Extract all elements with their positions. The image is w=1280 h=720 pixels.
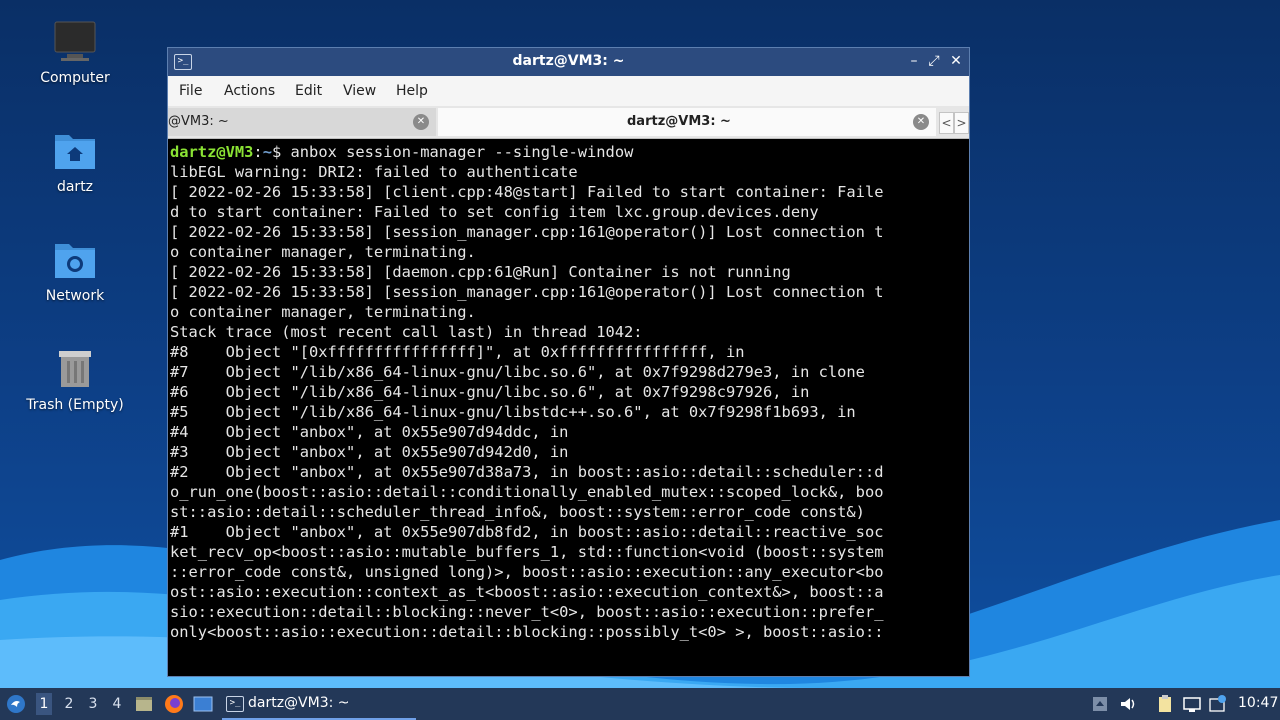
desktop: Computer dartz Network Trash (Empty) >_ …: [0, 0, 1280, 688]
terminal-line: #8 Object "[0xffffffffffffffff]", at 0xf…: [170, 343, 745, 361]
tab-bar: @VM3: ~ ✕ dartz@VM3: ~ ✕ < >: [168, 106, 969, 139]
workspace-3[interactable]: 3: [85, 696, 101, 712]
desktop-icon-network[interactable]: Network: [20, 236, 130, 305]
app-menu-icon[interactable]: [6, 694, 26, 714]
desktop-icon-label: dartz: [56, 179, 94, 195]
tab-close-icon[interactable]: ✕: [413, 114, 429, 130]
terminal-line: #6 Object "/lib/x86_64-linux-gnu/libc.so…: [170, 383, 810, 401]
terminal-line: sio::execution::detail::blocking::never_…: [170, 603, 884, 621]
terminal-line: d to start container: Failed to set conf…: [170, 203, 819, 221]
terminal-line: #3 Object "anbox", at 0x55e907d942d0, in: [170, 443, 569, 461]
desktop-icon-label: Network: [45, 288, 105, 304]
terminal-line: ket_recv_op<boost::asio::mutable_buffers…: [170, 543, 884, 561]
prompt-end: $: [271, 143, 291, 161]
terminal-line: #2 Object "anbox", at 0x55e907d38a73, in…: [170, 463, 884, 481]
tab-navigation: < >: [938, 108, 969, 136]
prompt-separator: :: [253, 143, 263, 161]
prompt-path: ~: [262, 143, 272, 161]
trash-icon: [51, 345, 99, 393]
terminal-line: libEGL warning: DRI2: failed to authenti…: [170, 163, 578, 181]
clock[interactable]: 10:47: [1238, 695, 1278, 711]
taskbar: 1 2 3 4 >_ dartz@VM3: ~ 10:47: [0, 688, 1280, 720]
terminal-line: [ 2022-02-26 15:33:58] [client.cpp:48@st…: [170, 183, 884, 201]
tab-next-button[interactable]: >: [954, 112, 969, 134]
terminal-line: Stack trace (most recent call last) in t…: [170, 323, 643, 341]
tab-prev-button[interactable]: <: [939, 112, 954, 134]
terminal-line: #5 Object "/lib/x86_64-linux-gnu/libstdc…: [170, 403, 856, 421]
tab-terminal-1[interactable]: @VM3: ~ ✕: [168, 108, 436, 136]
desktop-icon-home[interactable]: dartz: [20, 127, 130, 196]
network-status-icon[interactable]: [1182, 694, 1202, 714]
workspace-1[interactable]: 1: [36, 693, 52, 715]
terminal-icon: >_: [226, 696, 244, 712]
terminal-line: [ 2022-02-26 15:33:58] [session_manager.…: [170, 223, 884, 241]
prompt-line: dartz@VM3:~$ anbox session-manager --sin…: [170, 142, 967, 162]
workspace-4[interactable]: 4: [109, 696, 125, 712]
terminal-line: #7 Object "/lib/x86_64-linux-gnu/libc.so…: [170, 363, 865, 381]
terminal-line: [ 2022-02-26 15:33:58] [daemon.cpp:61@Ru…: [170, 263, 791, 281]
maximize-button[interactable]: ⤢: [925, 52, 943, 70]
tab-label: @VM3: ~: [168, 114, 229, 129]
network-folder-icon: [51, 236, 99, 284]
computer-icon: [51, 18, 99, 66]
workspace-2[interactable]: 2: [61, 696, 77, 712]
terminal-line: ost::asio::execution::context_as_t<boost…: [170, 583, 884, 601]
volume-icon[interactable]: [1118, 694, 1138, 714]
minimize-button[interactable]: –: [905, 52, 923, 70]
desktop-icon-label: Computer: [40, 70, 110, 86]
prompt-user: dartz@VM3: [170, 143, 254, 161]
menu-help[interactable]: Help: [396, 83, 428, 99]
menu-file[interactable]: File: [179, 83, 202, 99]
tab-terminal-2[interactable]: dartz@VM3: ~ ✕: [438, 108, 936, 136]
desktop-icon-computer[interactable]: Computer: [20, 18, 130, 87]
terminal-window[interactable]: >_ dartz@VM3: ~ – ⤢ ✕ File Actions Edit …: [167, 47, 970, 677]
terminal-output[interactable]: dartz@VM3:~$ anbox session-manager --sin…: [170, 142, 967, 674]
terminal-line: st::asio::detail::scheduler_thread_info&…: [170, 503, 865, 521]
window-titlebar[interactable]: >_ dartz@VM3: ~ – ⤢ ✕: [168, 48, 969, 76]
firefox-icon[interactable]: [164, 694, 184, 714]
task-button-label: dartz@VM3: ~: [248, 695, 350, 711]
terminal-line: o container manager, terminating.: [170, 303, 476, 321]
terminal-line: #4 Object "anbox", at 0x55e907d94ddc, in: [170, 423, 569, 441]
terminal-line: [ 2022-02-26 15:33:58] [session_manager.…: [170, 283, 884, 301]
menu-actions[interactable]: Actions: [224, 83, 275, 99]
clipboard-icon[interactable]: [1155, 694, 1175, 714]
desktop-icon-label: Trash (Empty): [26, 397, 124, 413]
menu-edit[interactable]: Edit: [295, 83, 322, 99]
tab-close-icon[interactable]: ✕: [913, 114, 929, 130]
terminal-lines: libEGL warning: DRI2: failed to authenti…: [170, 162, 967, 642]
home-folder-icon: [51, 127, 99, 175]
tray-arrow-icon[interactable]: [1090, 694, 1110, 714]
window-title: dartz@VM3: ~: [512, 53, 625, 69]
terminal-line: only<boost::asio::execution::detail::blo…: [170, 623, 884, 641]
desktop-icon-trash[interactable]: Trash (Empty): [20, 345, 130, 414]
show-desktop-icon[interactable]: [193, 694, 213, 714]
menu-view[interactable]: View: [343, 83, 376, 99]
terminal-line: o container manager, terminating.: [170, 243, 476, 261]
notification-icon[interactable]: [1208, 694, 1228, 714]
task-button-terminal[interactable]: >_ dartz@VM3: ~: [222, 690, 416, 720]
close-button[interactable]: ✕: [947, 52, 965, 70]
terminal-line: ::error_code const&, unsigned long)>, bo…: [170, 563, 884, 581]
tab-label: dartz@VM3: ~: [627, 114, 731, 129]
file-manager-icon[interactable]: [134, 694, 154, 714]
command-text: anbox session-manager --single-window: [290, 143, 634, 161]
menu-bar: File Actions Edit View Help: [168, 76, 969, 107]
terminal-line: o_run_one(boost::asio::detail::condition…: [170, 483, 884, 501]
terminal-line: #1 Object "anbox", at 0x55e907db8fd2, in…: [170, 523, 884, 541]
